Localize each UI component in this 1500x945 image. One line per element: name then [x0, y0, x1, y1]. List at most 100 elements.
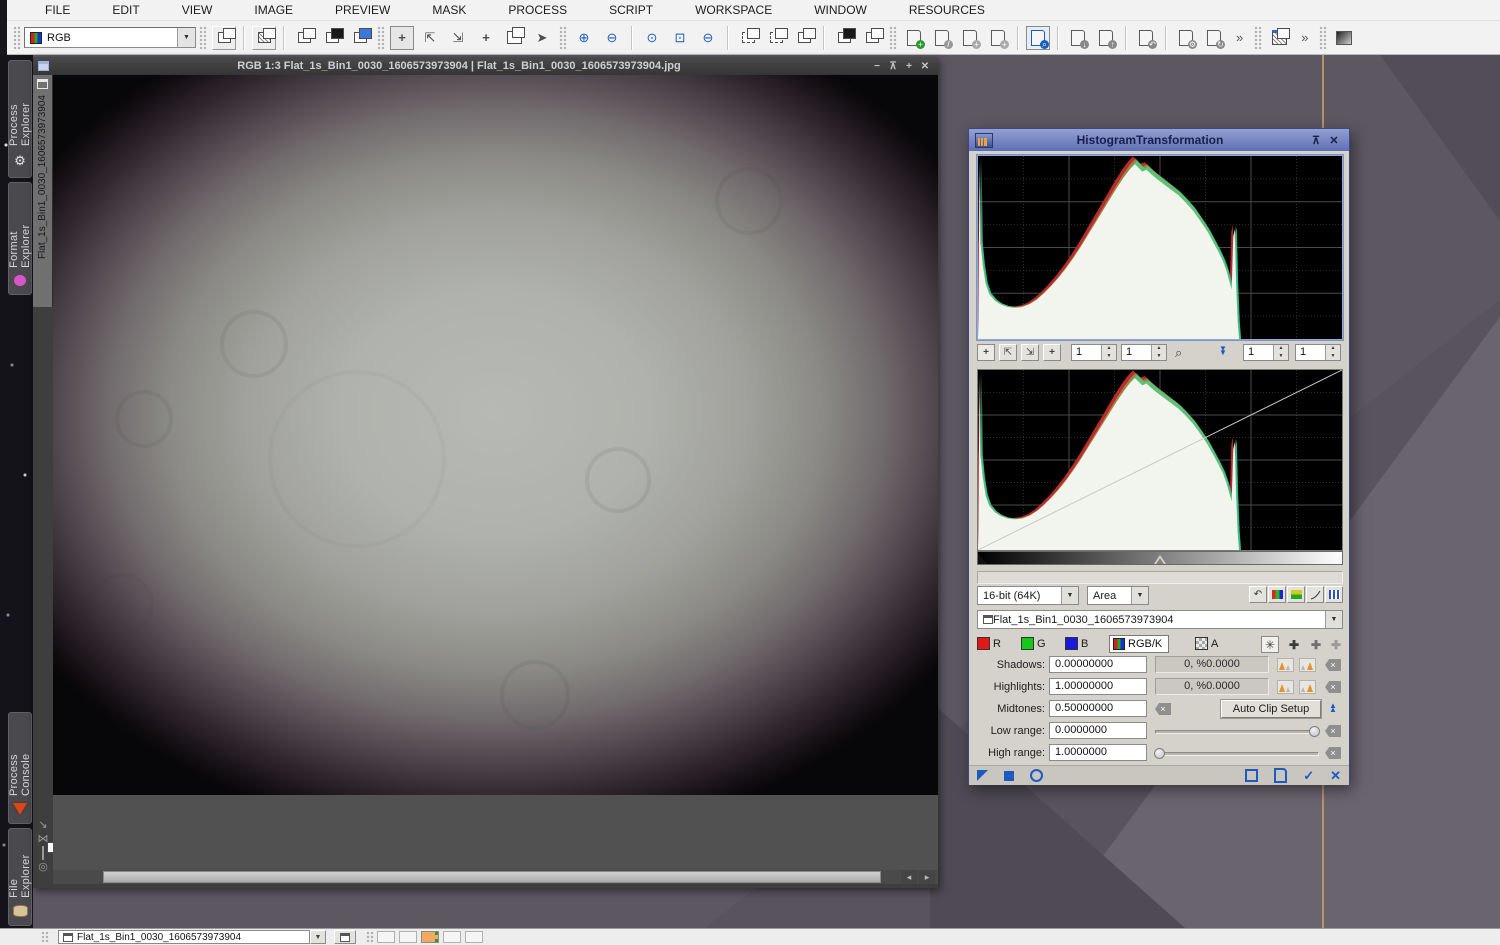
select-add-button[interactable]: [764, 26, 788, 50]
shadows-clip2-icon[interactable]: [1299, 658, 1316, 672]
select-rect-button[interactable]: [736, 26, 760, 50]
slider-thumb[interactable]: [1154, 748, 1165, 759]
duplicate-image-button[interactable]: [292, 26, 316, 50]
highlights-marker[interactable]: [1333, 553, 1342, 564]
plot-mode-dropdown[interactable]: Area ▼: [1087, 586, 1149, 605]
rgb-selector-dropdown-arrow[interactable]: ▼: [177, 28, 195, 47]
view-selector-dropdown[interactable]: Flat_1s_Bin1_0030_1606573973904 ▼: [977, 610, 1343, 629]
high-range-clear-icon[interactable]: ×: [1325, 747, 1341, 759]
new-instance-icon[interactable]: [977, 770, 988, 781]
paste-black-button[interactable]: [320, 26, 344, 50]
file-history-button[interactable]: +: [958, 26, 982, 50]
file-settings-button[interactable]: ⚙: [1174, 26, 1198, 50]
channel-r-toggle[interactable]: R: [977, 637, 1001, 650]
menu-view[interactable]: VIEW: [161, 3, 234, 17]
toolbar-grip[interactable]: [1319, 26, 1327, 50]
bottom-view-selector[interactable]: Flat_1s_Bin1_0030_1606573973904: [58, 930, 310, 944]
browse-documentation-icon[interactable]: [1274, 768, 1287, 783]
menu-image[interactable]: IMAGE: [233, 3, 314, 17]
vertical-zoom-spinbox[interactable]: 1 ▲▼: [1121, 344, 1167, 361]
mask-window-button[interactable]: [1267, 26, 1291, 50]
fit-window-button[interactable]: [832, 26, 856, 50]
low-range-input[interactable]: 0.0000000: [1049, 722, 1147, 739]
spinner-arrows[interactable]: ▲▼: [1151, 345, 1166, 360]
zoom-out-button[interactable]: ⊖: [600, 26, 624, 50]
image-window-side-tab[interactable]: Flat_1s_Bin1_0030_1606573973904: [33, 75, 53, 307]
contract-histogram-button[interactable]: ⇲: [1021, 344, 1039, 361]
spinner-arrows[interactable]: ▲▼: [1325, 345, 1340, 360]
flat-field-image[interactable]: [53, 75, 938, 795]
pan-histogram-button[interactable]: +: [977, 344, 995, 361]
menu-resources[interactable]: RESOURCES: [888, 3, 1006, 17]
new-mask-button[interactable]: [252, 26, 276, 50]
midtones-input[interactable]: 0.50000000: [1049, 700, 1147, 717]
side-panel-button[interactable]: [502, 26, 526, 50]
channel-g-toggle[interactable]: G: [1021, 637, 1046, 650]
file-upload-button[interactable]: ↑: [1094, 26, 1118, 50]
workspace-slot-4[interactable]: [443, 931, 461, 943]
rollup-button[interactable]: ⊼: [1307, 134, 1325, 147]
pan-mode-button[interactable]: +: [474, 26, 498, 50]
clip-cross-mid-icon[interactable]: ✚: [1311, 638, 1321, 652]
luminance-histogram-button[interactable]: [1287, 586, 1305, 603]
apply-icon[interactable]: [1004, 771, 1014, 781]
rgb-histogram-button[interactable]: [1268, 586, 1286, 603]
double-down-chevron-icon[interactable]: ▼▼: [1219, 347, 1227, 355]
zoom-window-button[interactable]: +: [901, 61, 917, 72]
channel-a-toggle[interactable]: A: [1195, 637, 1218, 650]
highlights-clip2-icon[interactable]: [1299, 680, 1316, 694]
contract-view-button[interactable]: ⇲: [446, 26, 470, 50]
sidebar-tab-process-console[interactable]: Process Console: [8, 712, 32, 824]
rgb-workspace-selector[interactable]: RGB ▼: [24, 27, 196, 48]
dropdown-arrow-icon[interactable]: ▼: [1061, 587, 1078, 604]
zoom-11-button[interactable]: ⊙: [640, 26, 664, 50]
toolbar-overflow-chevron[interactable]: »: [1236, 31, 1243, 44]
resize-arrow-icon[interactable]: ↘: [38, 820, 47, 831]
file-undo-button[interactable]: ↶: [1134, 26, 1158, 50]
move-histogram-button[interactable]: +: [1043, 344, 1061, 361]
paste-blue-button[interactable]: [348, 26, 372, 50]
plot-curve-arrow-button[interactable]: ↶: [1249, 586, 1267, 603]
new-image-button[interactable]: [212, 26, 236, 50]
horizontal-scrollbar[interactable]: ◂ ▸: [53, 870, 938, 884]
realtime-preview-icon[interactable]: [1030, 769, 1043, 782]
grid-button[interactable]: [1325, 586, 1343, 603]
sidebar-tab-file-explorer[interactable]: File Explorer: [8, 828, 32, 926]
readout-target-icon[interactable]: ◎: [38, 862, 48, 873]
close-dialog-button[interactable]: ✕: [1325, 134, 1343, 147]
toolbar-grip[interactable]: [377, 26, 385, 50]
menu-window[interactable]: WINDOW: [793, 3, 888, 17]
toolbar-grip[interactable]: [1254, 26, 1262, 50]
histogram-plot-top[interactable]: [977, 155, 1343, 340]
toolbar-grip[interactable]: [199, 26, 207, 50]
scrollbar-thumb[interactable]: [103, 871, 881, 883]
scroll-left-button[interactable]: ◂: [901, 870, 917, 884]
transfer-gradient-strip[interactable]: [977, 551, 1343, 565]
menu-file[interactable]: FILE: [24, 3, 91, 17]
menu-process[interactable]: PROCESS: [487, 3, 588, 17]
channel-rgbk-toggle[interactable]: RGB/K: [1109, 635, 1169, 653]
resolution-dropdown[interactable]: 16-bit (64K) ▼: [977, 586, 1079, 605]
image-client-area[interactable]: [53, 75, 938, 870]
workspace-slot-active[interactable]: [421, 931, 439, 943]
duplicate-icon[interactable]: [42, 848, 44, 859]
highlights-clear-icon[interactable]: ×: [1325, 681, 1341, 693]
horizontal-zoom-spinbox[interactable]: 1 ▲▼: [1071, 344, 1117, 361]
channel-b-toggle[interactable]: B: [1065, 637, 1088, 650]
file-reload-button[interactable]: ↻: [1202, 26, 1226, 50]
auto-clip-setup-button[interactable]: Auto Clip Setup: [1221, 700, 1321, 718]
mtf-asterisk-button[interactable]: ✳: [1261, 636, 1279, 653]
dropdown-arrow-icon[interactable]: ▼: [1131, 587, 1148, 604]
second-h-zoom-spinbox[interactable]: 1 ▲▼: [1243, 344, 1289, 361]
bottom-view-dropdown-arrow[interactable]: ▼: [310, 930, 326, 944]
shadows-clear-icon[interactable]: ×: [1325, 659, 1341, 671]
menu-mask[interactable]: MASK: [411, 3, 487, 17]
bottombar-grip[interactable]: [366, 931, 374, 943]
zoom-fit-button[interactable]: ⊡: [668, 26, 692, 50]
dialog-titlebar[interactable]: HistogramTransformation ⊼ ✕: [969, 129, 1349, 151]
reset-icon[interactable]: ✕: [1330, 769, 1341, 782]
histogram-transformation-dialog[interactable]: HistogramTransformation ⊼ ✕ + ⇱ ⇲ + 1 ▲▼…: [968, 128, 1350, 785]
workspace-slot-5[interactable]: [465, 931, 483, 943]
zoom-in-button[interactable]: ⊕: [572, 26, 596, 50]
expand-view-button[interactable]: ⇱: [418, 26, 442, 50]
